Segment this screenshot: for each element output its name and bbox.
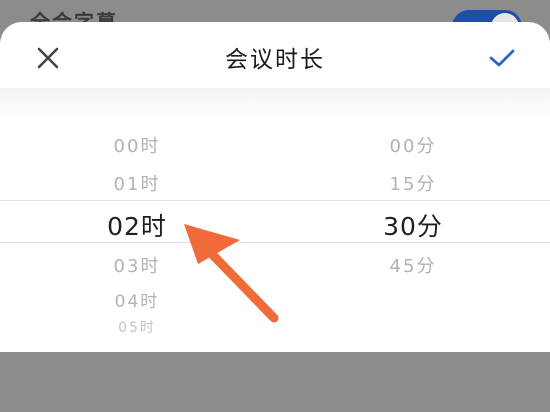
minute-option[interactable]: 00分	[333, 132, 493, 158]
hour-option[interactable]: 03时	[57, 252, 217, 278]
hour-option[interactable]: 00时	[57, 132, 217, 158]
check-icon	[489, 49, 515, 67]
hour-option[interactable]: 04时	[57, 287, 217, 312]
hour-option[interactable]: 05时	[57, 317, 217, 337]
duration-picker[interactable]: 00时 01时 02时 03时 04时 05时 00分 15分 30分 45分	[0, 88, 550, 352]
minute-option-selected[interactable]: 30分	[333, 207, 493, 243]
sheet-title: 会议时长	[225, 47, 325, 73]
sheet-header: 会议时长	[0, 22, 550, 88]
minute-option[interactable]: 45分	[333, 252, 493, 278]
minute-wheel[interactable]: 00分 15分 30分 45分	[333, 88, 493, 352]
minute-option[interactable]: 15分	[333, 170, 493, 196]
hour-option[interactable]: 01时	[57, 170, 217, 196]
confirm-button[interactable]	[484, 40, 520, 76]
screen: 全会字幕 会议时长 00时 01时	[0, 0, 550, 412]
duration-picker-sheet: 会议时长 00时 01时 02时 03时 04时 05时 00分 15分 30分…	[0, 22, 550, 352]
hour-wheel[interactable]: 00时 01时 02时 03时 04时 05时	[57, 88, 217, 352]
hour-option-selected[interactable]: 02时	[57, 207, 217, 243]
